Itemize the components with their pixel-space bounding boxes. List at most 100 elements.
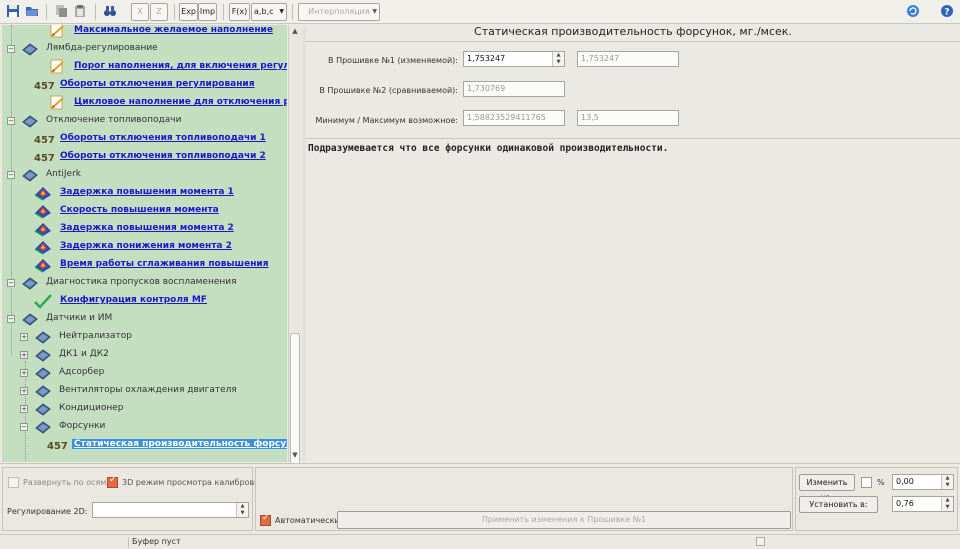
tree-item-label[interactable]: Порог наполнения, для включения регулиро… [74, 61, 287, 71]
number-icon: 457 [47, 437, 68, 453]
expand-toggle-icon[interactable]: − [7, 171, 15, 179]
interpolation-button[interactable]: Интерполяция ▼ [298, 3, 380, 21]
tree-item[interactable]: Задержка повышения момента 1 [2, 184, 287, 202]
tree-item[interactable]: Цикловое наполнение для отключения регул… [2, 94, 287, 112]
tree-item[interactable]: Время работы сглаживания повышения [2, 256, 287, 274]
expand-toggle-icon[interactable]: − [7, 45, 15, 53]
expand-toggle-icon[interactable]: + [20, 369, 28, 377]
folder-icon [34, 401, 52, 417]
folder-icon [34, 329, 52, 345]
expand-toggle-icon[interactable]: − [7, 315, 15, 323]
tree-item[interactable]: + Нейтрализатор [2, 328, 287, 346]
tree-item[interactable]: Задержка понижения момента 2 [2, 238, 287, 256]
paste-icon[interactable] [71, 3, 89, 21]
expand-toggle-icon[interactable]: + [20, 351, 28, 359]
set-value-spinner[interactable]: ▲ ▼ [941, 497, 953, 511]
tree-item-label[interactable]: Обороты отключения топливоподачи 1 [60, 133, 266, 143]
tree-item[interactable]: − Лямбда-регулирование [2, 40, 287, 58]
expand-toggle-icon[interactable]: − [20, 423, 28, 431]
firmware1-reference: 1,753247 [577, 51, 679, 67]
tree-item[interactable]: 457 Обороты отключения топливоподачи 1 [2, 130, 287, 148]
tree-scrollbar[interactable]: ▲ ▼ [288, 25, 301, 475]
change-value-spinner[interactable]: ▲ ▼ [941, 475, 953, 489]
tree-item[interactable]: + Кондиционер [2, 400, 287, 418]
tree-item[interactable]: − Диагностика пропусков воспламенения [2, 274, 287, 292]
min-field: 1,58823529411765 [463, 110, 565, 126]
tree-item[interactable]: − Датчики и ИМ [2, 310, 287, 328]
expand-toggle-icon[interactable]: + [20, 333, 28, 341]
save-icon[interactable] [4, 3, 22, 21]
tree-item[interactable]: + Вентиляторы охлаждения двигателя [2, 382, 287, 400]
tree-item[interactable]: Порог наполнения, для включения регулиро… [2, 58, 287, 76]
firmware1-spinner[interactable]: ▲ ▼ [552, 52, 564, 66]
tree-item-label[interactable]: Задержка повышения момента 1 [60, 187, 234, 197]
firmware1-input[interactable]: 1,753247 ▲ ▼ [463, 51, 565, 67]
refresh-icon[interactable] [904, 3, 922, 21]
tree-item[interactable]: Задержка повышения момента 2 [2, 220, 287, 238]
firmware2-value: 1,730769 [467, 84, 506, 93]
page-title: Статическая производительность форсунок,… [474, 25, 792, 38]
tree-item-label: Адсорбер [59, 367, 105, 377]
apply-changes-button[interactable]: Применить изменения к Прошивке №1 [337, 511, 791, 529]
tree-item-label[interactable]: Задержка повышения момента 2 [60, 223, 234, 233]
expand-toggle-icon[interactable]: − [7, 279, 15, 287]
tree-item-label[interactable]: Время работы сглаживания повышения [60, 259, 269, 269]
tree-item-label[interactable]: Статическая производительность форсунок [72, 439, 287, 449]
reg2d-label: Регулирование 2D: [7, 507, 88, 516]
tree-item-label[interactable]: Обороты отключения регулирования [60, 79, 255, 89]
tree-item-label: ДК1 и ДК2 [59, 349, 109, 359]
tree-item[interactable]: Конфигурация контроля MF [2, 292, 287, 310]
tree-item[interactable]: 457 Обороты отключения регулирования [2, 76, 287, 94]
tree-item-label[interactable]: Обороты отключения топливоподачи 2 [60, 151, 266, 161]
tree-item[interactable]: Скорость повышения момента [2, 202, 287, 220]
number-icon: 457 [34, 149, 55, 165]
tree-item[interactable]: − Отключение топливоподачи [2, 112, 287, 130]
change-value-input[interactable]: 0,00 ▲ ▼ [892, 474, 954, 490]
tree-item-label: Диагностика пропусков воспламенения [46, 277, 237, 287]
tree-item-label: Вентиляторы охлаждения двигателя [59, 385, 237, 395]
function-button[interactable]: F(x) [229, 3, 250, 21]
open-folder-icon[interactable] [23, 3, 41, 21]
view-3d-checkbox[interactable] [107, 475, 118, 488]
tree-item[interactable]: − AntiJerk [2, 166, 287, 184]
tree-item[interactable]: 457 Обороты отключения топливоподачи 2 [2, 148, 287, 166]
auto-checkbox[interactable] [260, 513, 271, 526]
scroll-up-icon[interactable]: ▲ [289, 25, 301, 37]
expand-toggle-icon[interactable]: + [20, 405, 28, 413]
expand-toggle-icon[interactable]: − [7, 117, 15, 125]
z-axis-button[interactable]: Z [150, 3, 168, 21]
copy-icon[interactable] [52, 3, 70, 21]
status-indicator [756, 537, 765, 546]
tree-item-label: Лямбда-регулирование [46, 43, 158, 53]
reg2d-select[interactable]: ▲ ▼ [92, 502, 249, 518]
export-button[interactable]: Exp [179, 3, 198, 21]
tree-item-label[interactable]: Задержка понижения момента 2 [60, 241, 232, 251]
help-icon[interactable]: ? [938, 3, 956, 21]
tree-item-label[interactable]: Максимальное желаемое наполнение [74, 25, 273, 35]
pencil-icon [49, 59, 67, 75]
percent-checkbox[interactable] [861, 477, 872, 488]
tree-item-label[interactable]: Цикловое наполнение для отключения регул… [74, 97, 287, 107]
tree-item[interactable]: + Адсорбер [2, 364, 287, 382]
tree-item[interactable]: Максимальное желаемое наполнение [2, 25, 287, 40]
scroll-down-icon[interactable]: ▼ [289, 449, 301, 461]
expand-toggle-icon[interactable]: + [20, 387, 28, 395]
set-value-input[interactable]: 0,76 ▲ ▼ [892, 496, 954, 512]
abc-dropdown[interactable]: a,b,c ▼ [251, 3, 287, 21]
import-button[interactable]: Imp [198, 3, 217, 21]
tree-item-label[interactable]: Конфигурация контроля MF [60, 295, 207, 305]
unfold-axes-checkbox[interactable] [8, 477, 19, 488]
svg-text:?: ? [944, 8, 949, 18]
set-to-button[interactable]: Установить в: [799, 496, 878, 513]
tree-item[interactable]: − Форсунки [2, 418, 287, 436]
tree-item[interactable]: + ДК1 и ДК2 [2, 346, 287, 364]
reg2d-spinner[interactable]: ▲ ▼ [236, 503, 248, 517]
change-by-button[interactable]: Изменить на: [799, 474, 855, 502]
search-binoculars-icon[interactable] [101, 3, 119, 21]
x-axis-button[interactable]: X [131, 3, 149, 21]
tree-item[interactable]: 457 Статическая производительность форсун… [2, 436, 287, 454]
view-options-panel: Развернуть по осям 3D режим просмотра ка… [2, 467, 264, 531]
tree-item-label[interactable]: Скорость повышения момента [60, 205, 219, 215]
tree-item-label: Датчики и ИМ [46, 313, 113, 323]
firmware2-label: В Прошивке №2 (сравниваемой): [319, 86, 458, 95]
